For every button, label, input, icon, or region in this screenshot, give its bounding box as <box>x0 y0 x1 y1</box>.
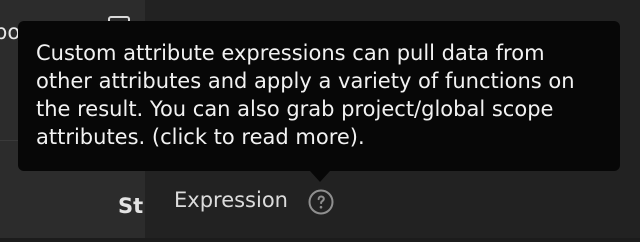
question-circle-icon[interactable] <box>308 189 334 215</box>
expression-label: Expression <box>174 188 288 212</box>
tooltip-text[interactable]: Custom attribute expressions can pull da… <box>36 39 604 151</box>
bottom-strip <box>0 238 640 242</box>
left-label: St <box>118 194 144 218</box>
tooltip[interactable]: Custom attribute expressions can pull da… <box>18 21 620 171</box>
tooltip-arrow <box>310 171 330 182</box>
